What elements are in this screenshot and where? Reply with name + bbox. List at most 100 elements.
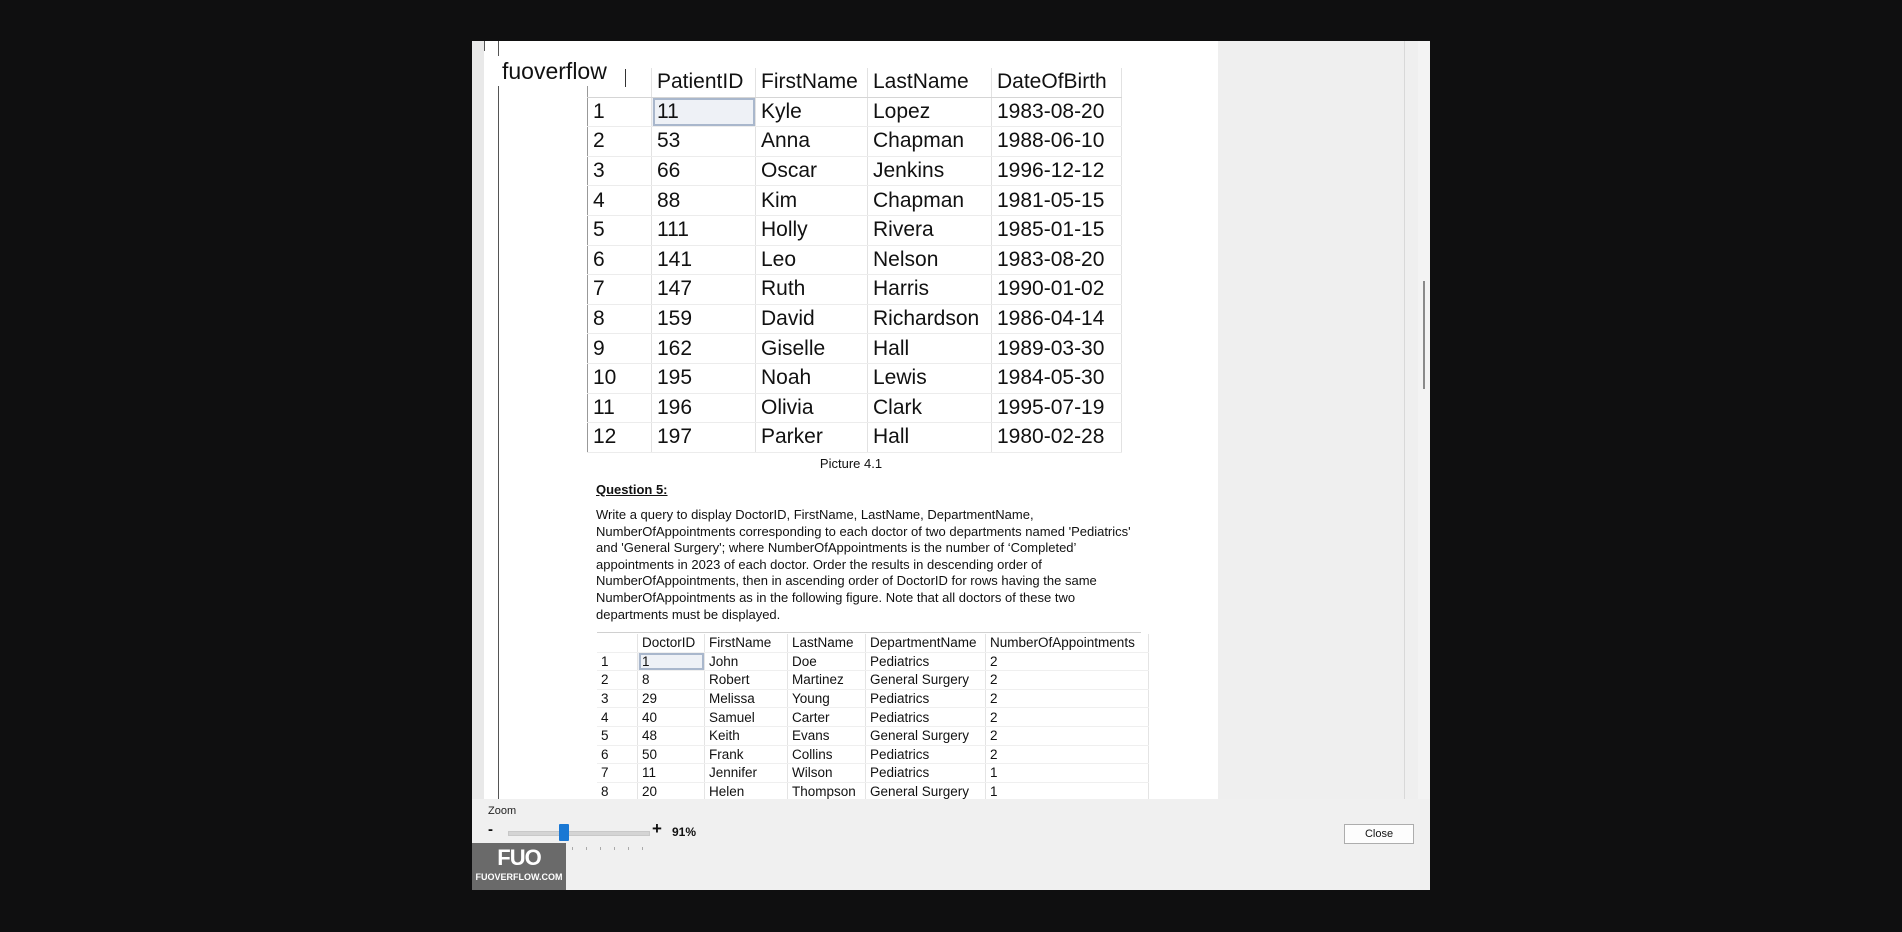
table-cell[interactable]: Carter bbox=[787, 707, 866, 727]
table-cell[interactable]: Doe bbox=[787, 652, 866, 672]
table-row: 5 48 Keith Evans General Surgery 2 bbox=[597, 726, 1149, 746]
table-cell[interactable]: 11 bbox=[651, 97, 756, 128]
scrollbar-thumb[interactable] bbox=[1423, 281, 1425, 389]
table-cell[interactable]: Clark bbox=[867, 393, 992, 424]
table-cell[interactable]: Frank bbox=[704, 745, 788, 765]
table-cell[interactable]: 8 bbox=[637, 670, 705, 690]
table-cell[interactable]: 40 bbox=[637, 707, 705, 727]
table-cell[interactable]: Chapman bbox=[867, 126, 992, 157]
zoom-slider-track[interactable] bbox=[508, 831, 650, 836]
question-heading: Question 5: bbox=[596, 482, 668, 497]
table-cell[interactable]: 2 bbox=[985, 726, 1149, 746]
table-cell[interactable]: Wilson bbox=[787, 763, 866, 783]
table-cell[interactable]: 20 bbox=[637, 782, 705, 799]
table-cell[interactable]: Chapman bbox=[867, 185, 992, 216]
table-cell[interactable]: 1985-01-15 bbox=[991, 215, 1122, 246]
table-cell[interactable]: 2 bbox=[985, 745, 1149, 765]
table-cell[interactable]: Anna bbox=[755, 126, 868, 157]
table-cell[interactable]: John bbox=[704, 652, 788, 672]
table-cell[interactable]: 29 bbox=[637, 689, 705, 709]
table-cell[interactable]: Nelson bbox=[867, 245, 992, 276]
table-cell[interactable]: 1983-08-20 bbox=[991, 245, 1122, 276]
table-cell[interactable]: Samuel bbox=[704, 707, 788, 727]
table-cell[interactable]: Kyle bbox=[755, 97, 868, 128]
table-cell[interactable]: Martinez bbox=[787, 670, 866, 690]
table-cell[interactable]: Jenkins bbox=[867, 156, 992, 187]
table-cell[interactable]: Pediatrics bbox=[865, 689, 986, 709]
table-cell[interactable]: 1980-02-28 bbox=[991, 422, 1122, 453]
table-cell[interactable]: Kim bbox=[755, 185, 868, 216]
table-cell[interactable]: 1983-08-20 bbox=[991, 97, 1122, 128]
table-cell[interactable]: 2 bbox=[985, 707, 1149, 727]
table-cell[interactable]: 2 bbox=[985, 652, 1149, 672]
zoom-in-button[interactable]: + bbox=[652, 819, 662, 839]
table-cell[interactable]: 1990-01-02 bbox=[991, 274, 1122, 305]
table-cell[interactable]: Giselle bbox=[755, 333, 868, 364]
table-cell[interactable]: Helen bbox=[704, 782, 788, 799]
table-cell[interactable]: Pediatrics bbox=[865, 652, 986, 672]
table-cell[interactable]: David bbox=[755, 304, 868, 335]
table-cell[interactable]: 1986-04-14 bbox=[991, 304, 1122, 335]
table-cell[interactable]: Oscar bbox=[755, 156, 868, 187]
table-cell[interactable]: 162 bbox=[651, 333, 756, 364]
table-cell[interactable]: Pediatrics bbox=[865, 707, 986, 727]
table-cell[interactable]: Ruth bbox=[755, 274, 868, 305]
table-cell[interactable]: Parker bbox=[755, 422, 868, 453]
table-cell[interactable]: Harris bbox=[867, 274, 992, 305]
table-cell[interactable]: Noah bbox=[755, 363, 868, 394]
table-cell[interactable]: 48 bbox=[637, 726, 705, 746]
row-number-cell: 9 bbox=[587, 333, 652, 364]
table-cell[interactable]: Lopez bbox=[867, 97, 992, 128]
close-button[interactable]: Close bbox=[1344, 824, 1414, 844]
table-cell[interactable]: 66 bbox=[651, 156, 756, 187]
table-cell[interactable]: 1 bbox=[637, 652, 705, 672]
table-cell[interactable]: 53 bbox=[651, 126, 756, 157]
table-cell[interactable]: 2 bbox=[985, 689, 1149, 709]
table-cell[interactable]: Pediatrics bbox=[865, 763, 986, 783]
table-cell[interactable]: Melissa bbox=[704, 689, 788, 709]
table-cell[interactable]: General Surgery bbox=[865, 726, 986, 746]
table-cell[interactable]: General Surgery bbox=[865, 782, 986, 799]
table-cell[interactable]: 159 bbox=[651, 304, 756, 335]
table-cell[interactable]: Olivia bbox=[755, 393, 868, 424]
table-cell[interactable]: General Surgery bbox=[865, 670, 986, 690]
table-cell[interactable]: 1995-07-19 bbox=[991, 393, 1122, 424]
table-cell[interactable]: 147 bbox=[651, 274, 756, 305]
table-cell[interactable]: 1 bbox=[985, 782, 1149, 799]
table-cell[interactable]: Hall bbox=[867, 333, 992, 364]
table-cell[interactable]: 197 bbox=[651, 422, 756, 453]
table-cell[interactable]: 111 bbox=[651, 215, 756, 246]
table-cell[interactable]: 1988-06-10 bbox=[991, 126, 1122, 157]
table-cell[interactable]: Thompson bbox=[787, 782, 866, 799]
table-cell[interactable]: Richardson bbox=[867, 304, 992, 335]
table-cell[interactable]: Leo bbox=[755, 245, 868, 276]
table-cell[interactable]: Young bbox=[787, 689, 866, 709]
zoom-out-button[interactable]: - bbox=[488, 821, 493, 838]
table-cell[interactable]: Collins bbox=[787, 745, 866, 765]
table-cell[interactable]: Evans bbox=[787, 726, 866, 746]
table-cell[interactable]: Holly bbox=[755, 215, 868, 246]
vertical-scrollbar[interactable] bbox=[1418, 41, 1430, 799]
table-cell[interactable]: 1 bbox=[985, 763, 1149, 783]
table-cell[interactable]: 196 bbox=[651, 393, 756, 424]
table-cell[interactable]: 1984-05-30 bbox=[991, 363, 1122, 394]
table-cell[interactable]: Keith bbox=[704, 726, 788, 746]
table-cell[interactable]: Lewis bbox=[867, 363, 992, 394]
zoom-toolbar: Zoom - + 91% Close FUO FUOVERFLOW.COM bbox=[472, 799, 1430, 890]
table-cell[interactable]: 88 bbox=[651, 185, 756, 216]
table-cell[interactable]: Hall bbox=[867, 422, 992, 453]
table-cell[interactable]: 1996-12-12 bbox=[991, 156, 1122, 187]
document-view-area[interactable]: fuoverflow PatientID FirstName LastName … bbox=[472, 41, 1418, 799]
table-cell[interactable]: 50 bbox=[637, 745, 705, 765]
table-cell[interactable]: 1981-05-15 bbox=[991, 185, 1122, 216]
table-cell[interactable]: 2 bbox=[985, 670, 1149, 690]
table-cell[interactable]: 141 bbox=[651, 245, 756, 276]
table-cell[interactable]: 11 bbox=[637, 763, 705, 783]
table-cell[interactable]: 1989-03-30 bbox=[991, 333, 1122, 364]
table-cell[interactable]: Robert bbox=[704, 670, 788, 690]
table-cell[interactable]: Jennifer bbox=[704, 763, 788, 783]
table-cell[interactable]: Rivera bbox=[867, 215, 992, 246]
table-cell[interactable]: 195 bbox=[651, 363, 756, 394]
zoom-slider-thumb[interactable] bbox=[559, 824, 569, 841]
table-cell[interactable]: Pediatrics bbox=[865, 745, 986, 765]
